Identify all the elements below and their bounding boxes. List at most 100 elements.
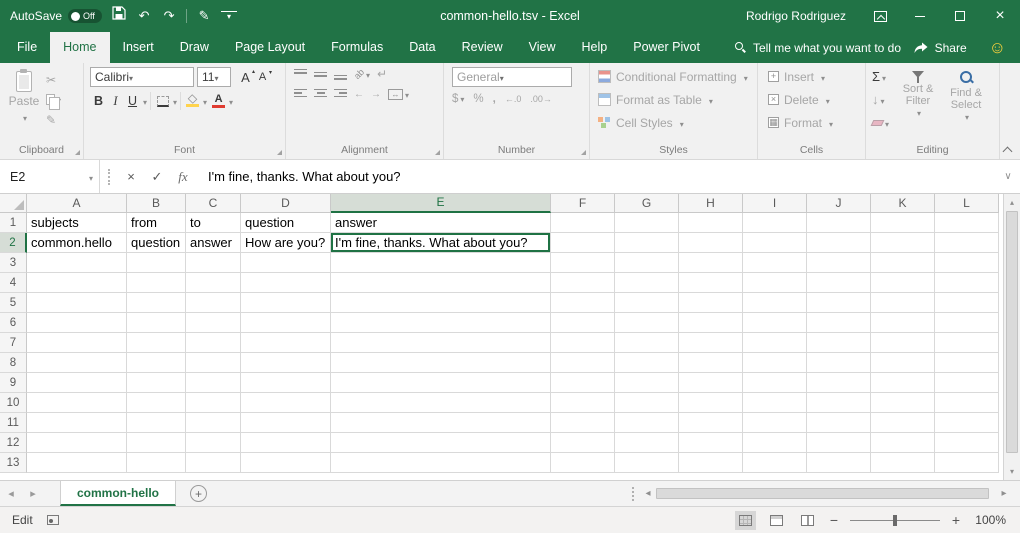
vertical-scrollbar[interactable]: ▴ ▾ — [1003, 194, 1020, 480]
cell-H5[interactable] — [679, 293, 743, 313]
cell-A2[interactable]: common.hello — [27, 233, 127, 253]
cell-H1[interactable] — [679, 213, 743, 233]
cancel-icon[interactable]: × — [118, 169, 144, 184]
sheet-tab-common-hello[interactable]: common-hello — [60, 481, 176, 506]
formula-bar-grip[interactable] — [108, 169, 110, 185]
font-name-dropdown-icon[interactable] — [129, 70, 133, 84]
row-header-10[interactable]: 10 — [0, 393, 27, 413]
decrease-indent-icon[interactable]: ← — [354, 89, 364, 100]
column-header-G[interactable]: G — [615, 194, 679, 213]
cell-G11[interactable] — [615, 413, 679, 433]
cell-B2[interactable]: question — [127, 233, 186, 253]
column-header-J[interactable]: J — [807, 194, 871, 213]
decrease-font-size-icon[interactable]: A — [254, 67, 271, 87]
cell-G2[interactable] — [615, 233, 679, 253]
cell-L3[interactable] — [935, 253, 999, 273]
cell-D13[interactable] — [241, 453, 331, 473]
cell-E13[interactable] — [331, 453, 551, 473]
cell-L1[interactable] — [935, 213, 999, 233]
currency-format-icon[interactable]: $ — [452, 93, 464, 105]
minimize-button[interactable] — [900, 0, 940, 32]
increase-font-size-icon[interactable]: A — [237, 67, 254, 87]
cell-G1[interactable] — [615, 213, 679, 233]
select-all-corner[interactable] — [0, 194, 27, 213]
fill-dropdown-icon[interactable] — [879, 92, 885, 107]
row-header-12[interactable]: 12 — [0, 433, 27, 453]
name-box[interactable]: E2 — [0, 160, 100, 193]
row-header-9[interactable]: 9 — [0, 373, 27, 393]
tab-file[interactable]: File — [4, 32, 50, 63]
bold-button[interactable]: B — [90, 91, 107, 111]
row-header-5[interactable]: 5 — [0, 293, 27, 313]
cell-A11[interactable] — [27, 413, 127, 433]
borders-dropdown-icon[interactable] — [171, 94, 177, 108]
cell-B7[interactable] — [127, 333, 186, 353]
scroll-left-icon[interactable]: ◂ — [640, 488, 656, 499]
format-as-table-button[interactable]: Format as Table — [598, 90, 749, 109]
cell-C13[interactable] — [186, 453, 241, 473]
cell-L7[interactable] — [935, 333, 999, 353]
cell-J11[interactable] — [807, 413, 871, 433]
cell-D7[interactable] — [241, 333, 331, 353]
vertical-scrollbar-thumb[interactable] — [1006, 211, 1018, 453]
cell-G6[interactable] — [615, 313, 679, 333]
cell-C12[interactable] — [186, 433, 241, 453]
cell-A4[interactable] — [27, 273, 127, 293]
find-select-button[interactable]: Find & Select — [943, 67, 989, 132]
cell-E3[interactable] — [331, 253, 551, 273]
cell-G4[interactable] — [615, 273, 679, 293]
cell-C7[interactable] — [186, 333, 241, 353]
column-header-C[interactable]: C — [186, 194, 241, 213]
cell-H3[interactable] — [679, 253, 743, 273]
zoom-level[interactable]: 100% — [972, 513, 1006, 527]
tab-review[interactable]: Review — [449, 32, 516, 63]
clipboard-dialog-launcher-icon[interactable] — [75, 150, 80, 155]
cell-A3[interactable] — [27, 253, 127, 273]
cell-C8[interactable] — [186, 353, 241, 373]
cell-E5[interactable] — [331, 293, 551, 313]
cell-C9[interactable] — [186, 373, 241, 393]
cell-F11[interactable] — [551, 413, 615, 433]
cell-B13[interactable] — [127, 453, 186, 473]
cell-D2[interactable]: How are you? — [241, 233, 331, 253]
horizontal-scrollbar-thumb[interactable] — [656, 488, 989, 499]
cell-F5[interactable] — [551, 293, 615, 313]
cell-H4[interactable] — [679, 273, 743, 293]
cell-K10[interactable] — [871, 393, 935, 413]
cell-B6[interactable] — [127, 313, 186, 333]
autosave-control[interactable]: AutoSave Off — [10, 9, 102, 23]
cell-D11[interactable] — [241, 413, 331, 433]
cut-icon[interactable]: ✂ — [46, 72, 61, 87]
decrease-decimal-icon[interactable]: .00→ — [530, 94, 552, 104]
formula-input[interactable]: I'm fine, thanks. What about you? — [196, 169, 996, 184]
cell-B8[interactable] — [127, 353, 186, 373]
tab-view[interactable]: View — [516, 32, 569, 63]
insert-cells-button[interactable]: + Insert — [768, 67, 855, 86]
vertical-scrollbar-track[interactable] — [1004, 211, 1020, 463]
cell-B1[interactable]: from — [127, 213, 186, 233]
clear-dropdown-icon[interactable] — [883, 115, 889, 130]
cell-K7[interactable] — [871, 333, 935, 353]
cell-D6[interactable] — [241, 313, 331, 333]
row-header-3[interactable]: 3 — [0, 253, 27, 273]
cell-L12[interactable] — [935, 433, 999, 453]
cell-I5[interactable] — [743, 293, 807, 313]
cell-L4[interactable] — [935, 273, 999, 293]
cell-L8[interactable] — [935, 353, 999, 373]
conditional-formatting-button[interactable]: Conditional Formatting — [598, 67, 749, 86]
cell-C2[interactable]: answer — [186, 233, 241, 253]
scroll-right-icon[interactable]: ▸ — [996, 488, 1012, 499]
close-button[interactable]: × — [980, 0, 1020, 32]
column-header-I[interactable]: I — [743, 194, 807, 213]
cell-D3[interactable] — [241, 253, 331, 273]
font-color-dropdown-icon[interactable] — [227, 94, 233, 108]
cell-J8[interactable] — [807, 353, 871, 373]
cell-A9[interactable] — [27, 373, 127, 393]
cell-H8[interactable] — [679, 353, 743, 373]
undo-icon[interactable]: ↶ — [136, 0, 152, 32]
cell-J13[interactable] — [807, 453, 871, 473]
scroll-up-icon[interactable]: ▴ — [1010, 194, 1014, 211]
cell-C3[interactable] — [186, 253, 241, 273]
cell-I7[interactable] — [743, 333, 807, 353]
column-header-K[interactable]: K — [871, 194, 935, 213]
